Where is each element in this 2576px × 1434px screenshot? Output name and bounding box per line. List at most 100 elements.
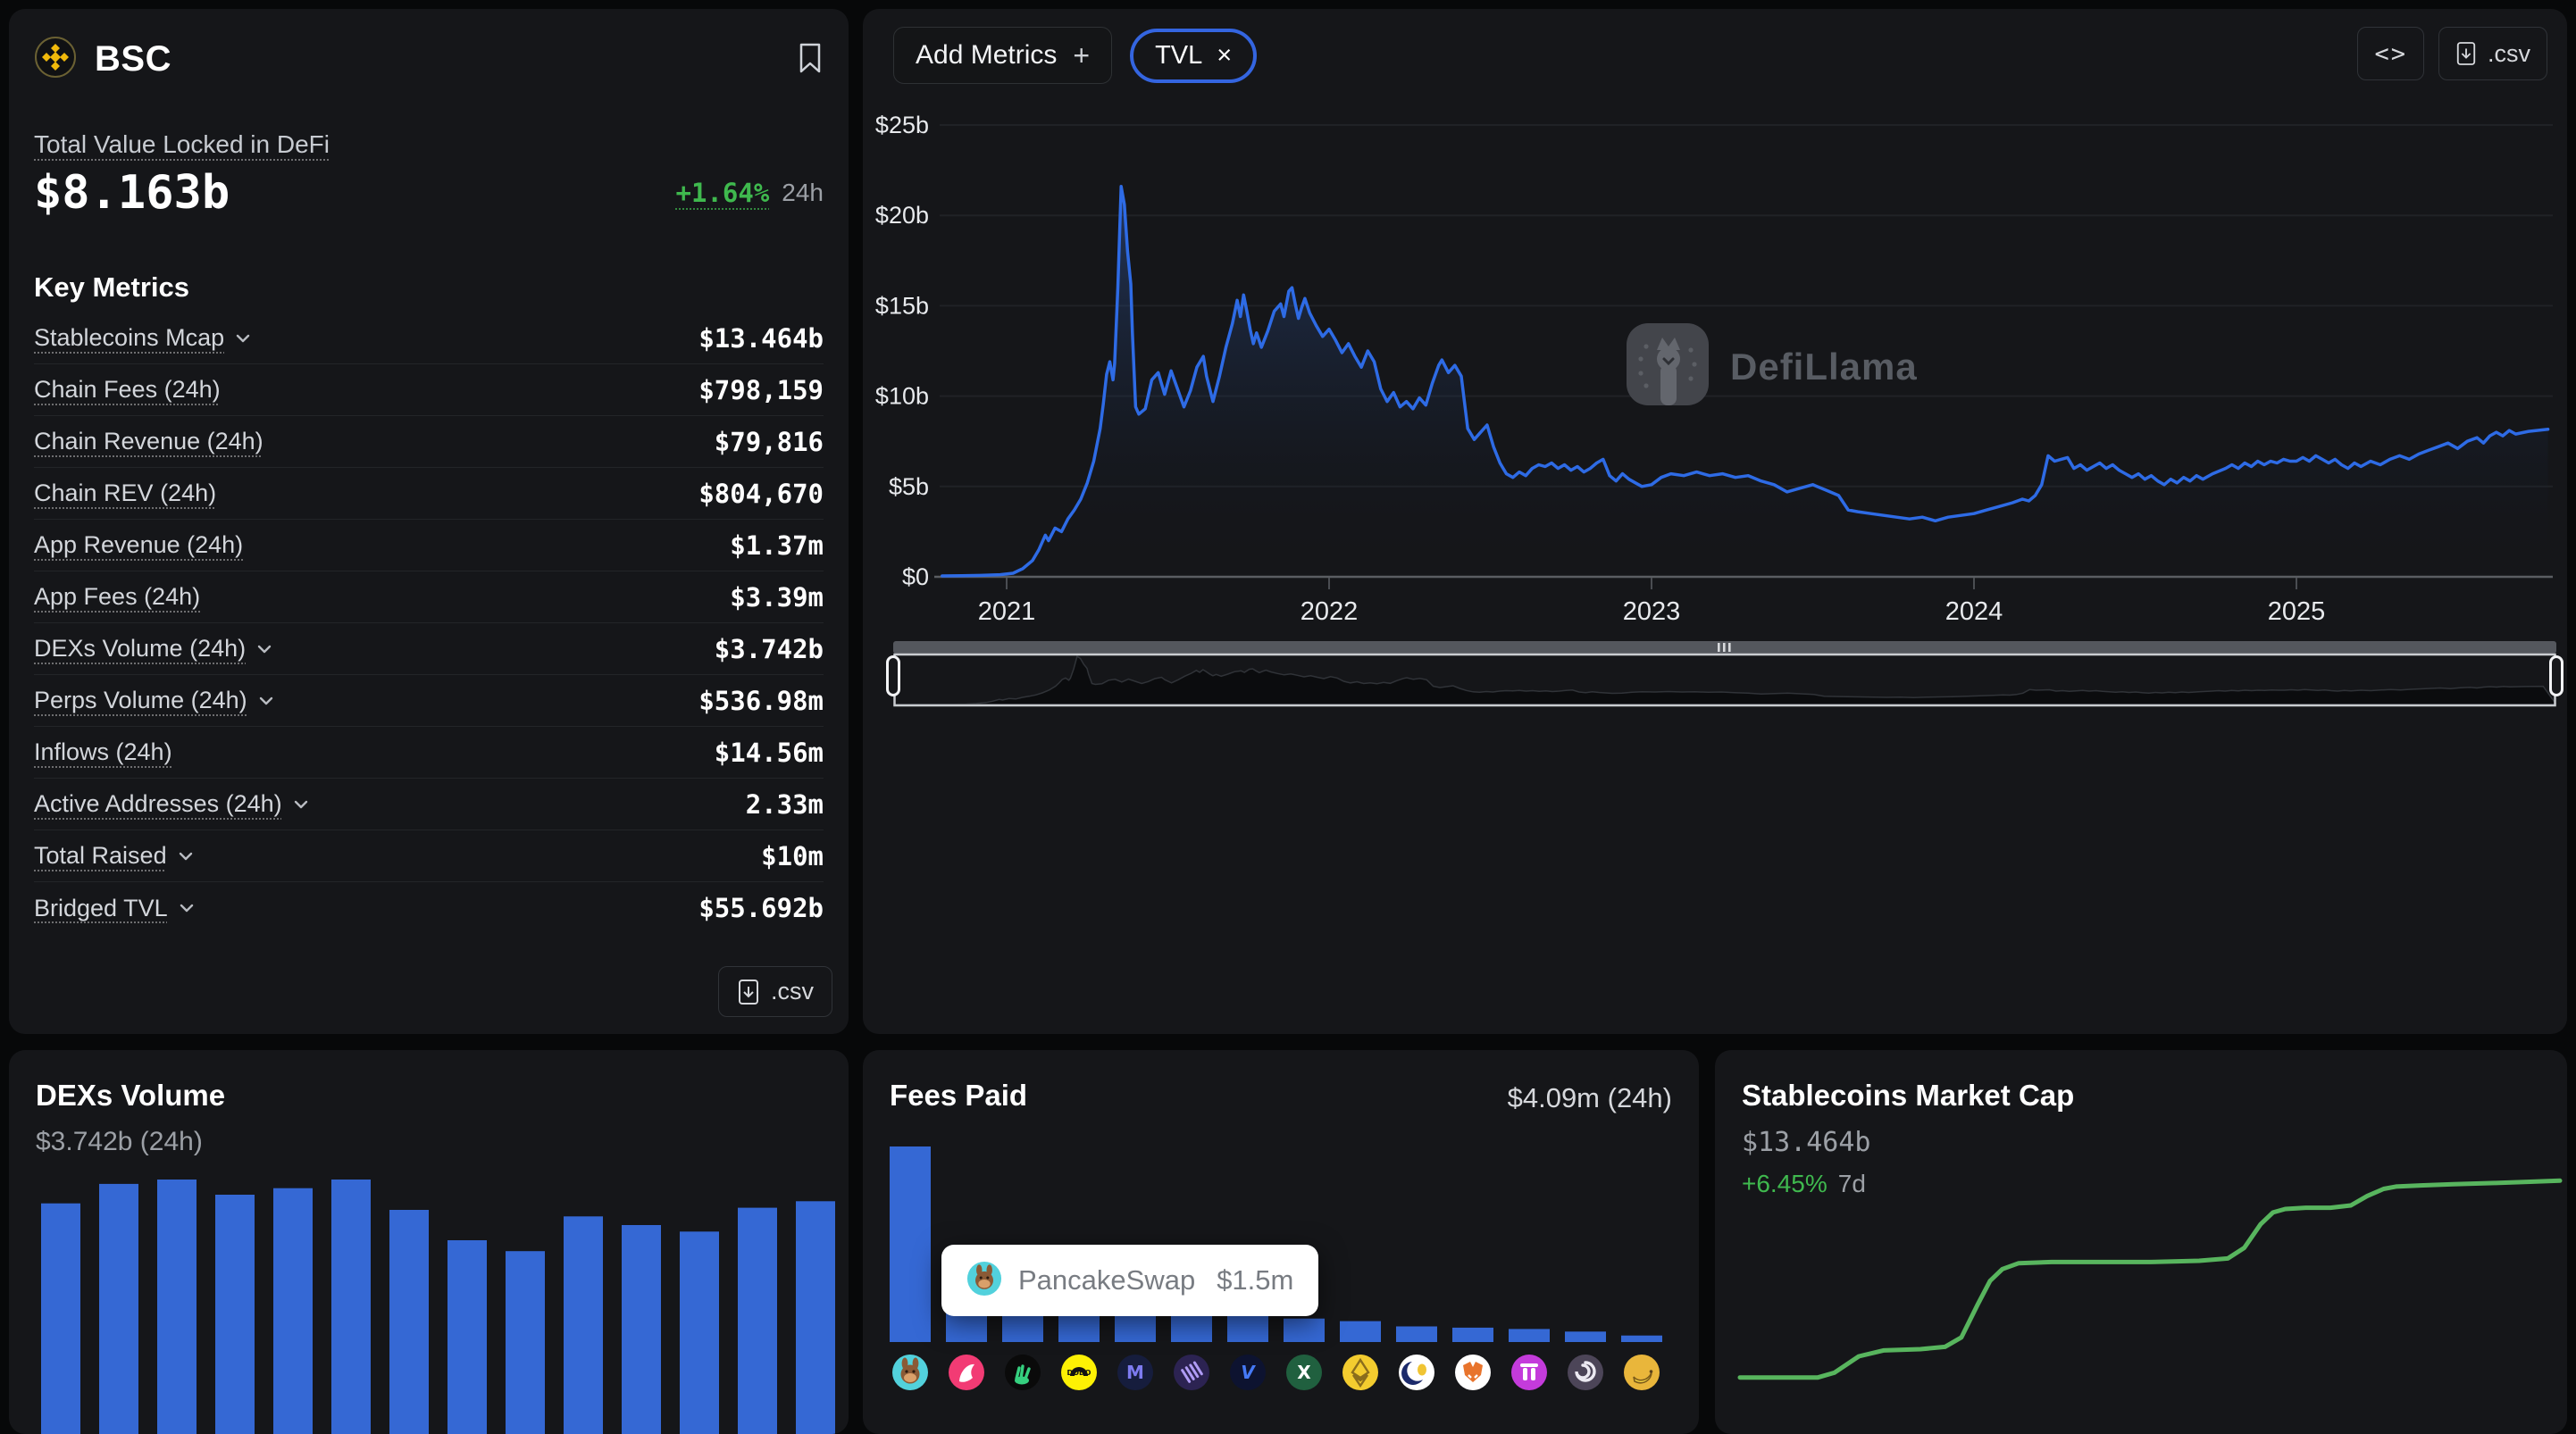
dexs-bar[interactable] — [680, 1231, 719, 1434]
metric-row: Inflows (24h) $14.56m — [34, 727, 824, 779]
dexs-bar[interactable] — [738, 1208, 777, 1434]
banana-icon[interactable] — [1623, 1380, 1660, 1391]
metric-value: $536.98m — [698, 686, 824, 716]
key-metrics-heading: Key Metrics — [34, 271, 189, 304]
dexs-volume-bar-chart[interactable] — [9, 1050, 849, 1434]
chevron-down-icon[interactable] — [291, 795, 311, 814]
metric-label[interactable]: App Fees (24h) — [34, 583, 200, 611]
metric-row: Perps Volume (24h) $536.98m — [34, 675, 824, 727]
metric-label[interactable]: Total Raised — [34, 842, 167, 870]
dexs-bar[interactable] — [796, 1201, 835, 1434]
metric-label[interactable]: Active Addresses (24h) — [34, 790, 282, 818]
metric-label[interactable]: App Revenue (24h) — [34, 531, 243, 559]
dexs-bar[interactable] — [622, 1225, 661, 1434]
csv-button-label: .csv — [771, 978, 814, 1005]
bsc-logo-icon — [34, 36, 77, 83]
dexs-bar[interactable] — [215, 1195, 255, 1434]
metric-value: $804,670 — [698, 479, 824, 509]
metric-label[interactable]: Chain REV (24h) — [34, 479, 216, 507]
v-protocol-icon[interactable]: V — [1229, 1380, 1267, 1391]
dexs-bar[interactable] — [41, 1204, 80, 1434]
fees-bar[interactable] — [1340, 1321, 1381, 1342]
chevron-down-icon[interactable] — [255, 639, 274, 659]
fees-bar[interactable] — [1284, 1319, 1325, 1342]
metric-row: Active Addresses (24h)2.33m — [34, 779, 824, 830]
dexs-bar[interactable] — [564, 1216, 603, 1434]
fees-bar[interactable] — [1452, 1328, 1493, 1342]
pillar-protocol-icon[interactable] — [1510, 1380, 1548, 1391]
m-protocol-icon[interactable]: M — [1117, 1380, 1154, 1391]
dexs-bar[interactable] — [331, 1180, 371, 1434]
fees-paid-card: Fees Paid $4.09m (24h) DODOMVX PancakeSw… — [863, 1050, 1699, 1434]
dexs-bar[interactable] — [389, 1210, 429, 1434]
brush-minimap[interactable] — [893, 636, 2556, 711]
pancakeswap-tooltip: PancakeSwap $1.5m — [941, 1245, 1318, 1316]
chevron-down-icon[interactable] — [176, 846, 196, 866]
metric-value: $55.692b — [698, 893, 824, 923]
metric-label[interactable]: Bridged TVL — [34, 895, 168, 922]
add-metrics-label: Add Metrics — [916, 40, 1057, 71]
pancakeswap-icon[interactable] — [891, 1380, 929, 1391]
metric-value: $79,816 — [715, 427, 824, 457]
code-icon: <> — [2374, 40, 2407, 68]
dexs-bar[interactable] — [157, 1180, 197, 1434]
fees-bar[interactable] — [1227, 1312, 1268, 1342]
time-range-brush[interactable] — [893, 636, 2556, 711]
embed-code-button[interactable]: <> — [2357, 27, 2424, 80]
metric-label[interactable]: Chain Fees (24h) — [34, 376, 221, 404]
dodo-icon[interactable]: DODO — [1060, 1380, 1098, 1391]
swirl-protocol-icon[interactable] — [1567, 1380, 1604, 1391]
tvl-change-24h[interactable]: +1.64% — [676, 178, 770, 208]
metric-label[interactable]: Inflows (24h) — [34, 738, 172, 766]
four-protocol-icon[interactable] — [1004, 1380, 1041, 1391]
brush-handle-left[interactable] — [886, 655, 900, 696]
svg-text:2025: 2025 — [2268, 597, 2326, 626]
crescent-protocol-icon[interactable] — [1398, 1380, 1435, 1391]
fees-paid-bar-chart[interactable]: DODO M V X — [863, 1050, 1699, 1434]
fees-bar[interactable] — [1396, 1327, 1437, 1343]
svg-text:DODO: DODO — [1067, 1369, 1091, 1377]
tvl-change-period: 24h — [782, 179, 824, 207]
metric-row: Chain REV (24h) $804,670 — [34, 468, 824, 520]
pink-horse-protocol-icon[interactable] — [948, 1380, 985, 1391]
chart-download-csv-button[interactable]: .csv — [2438, 27, 2547, 80]
svg-text:2021: 2021 — [978, 597, 1036, 626]
brush-handle-right[interactable] — [2549, 655, 2563, 696]
metric-label[interactable]: Stablecoins Mcap — [34, 324, 224, 352]
close-icon[interactable]: × — [1217, 41, 1232, 71]
metamask-fox-icon[interactable] — [1454, 1380, 1492, 1391]
svg-text:V: V — [1241, 1362, 1256, 1383]
fees-bar[interactable] — [890, 1146, 931, 1342]
dexs-bar[interactable] — [506, 1251, 545, 1434]
tvl-area-chart[interactable]: $0$5b$10b$15b$20b$25b2021202220232024202… — [863, 9, 2567, 634]
tvl-value: $8.163b — [34, 166, 230, 220]
svg-text:X: X — [1297, 1362, 1311, 1383]
metric-label[interactable]: Chain Revenue (24h) — [34, 428, 263, 455]
fees-bar[interactable] — [1509, 1329, 1550, 1342]
dexs-bar[interactable] — [447, 1240, 487, 1434]
stablecoins-line-chart[interactable] — [1715, 1050, 2567, 1434]
metric-label[interactable]: DEXs Volume (24h) — [34, 635, 246, 663]
chevron-down-icon[interactable] — [256, 691, 276, 711]
svg-text:$0: $0 — [902, 563, 929, 590]
tvl-label[interactable]: Total Value Locked in DeFi — [34, 130, 330, 159]
plus-icon: + — [1073, 41, 1090, 70]
download-csv-button[interactable]: .csv — [718, 966, 832, 1017]
eth-gold-icon[interactable] — [1342, 1380, 1379, 1391]
metric-row: DEXs Volume (24h) $3.742b — [34, 623, 824, 675]
fees-bar[interactable] — [1621, 1336, 1662, 1342]
metric-label[interactable]: Perps Volume (24h) — [34, 687, 247, 714]
chevron-down-icon[interactable] — [233, 329, 253, 348]
fees-bar[interactable] — [1565, 1331, 1606, 1342]
metric-value: $14.56m — [715, 738, 824, 768]
tvl-metric-pill[interactable]: TVL × — [1130, 29, 1257, 83]
bookmark-icon[interactable] — [797, 42, 824, 77]
chevron-down-icon[interactable] — [177, 898, 197, 918]
stripes-protocol-icon[interactable] — [1173, 1380, 1210, 1391]
metric-value: $3.742b — [715, 634, 824, 664]
dexs-bar[interactable] — [273, 1188, 313, 1434]
add-metrics-button[interactable]: Add Metrics + — [893, 27, 1112, 84]
tooltip-protocol-value: $1.5m — [1217, 1264, 1293, 1296]
x-protocol-icon[interactable]: X — [1285, 1380, 1323, 1391]
page-title: BSC — [95, 39, 171, 79]
